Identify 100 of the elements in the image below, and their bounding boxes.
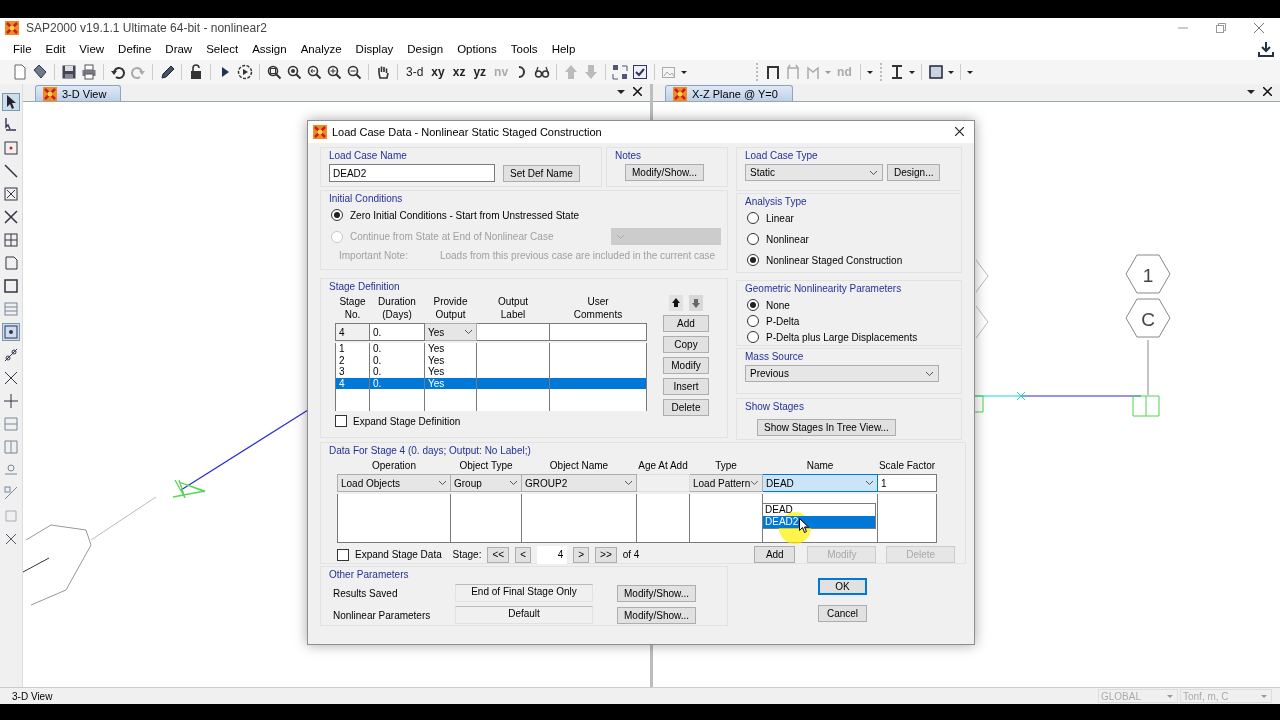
menu-item[interactable]: Draw: [158, 40, 200, 58]
dropdown-icon[interactable]: [1247, 89, 1255, 94]
print-icon[interactable]: [81, 64, 97, 80]
stage-field[interactable]: 4: [339, 326, 345, 338]
view-button[interactable]: yz: [471, 65, 489, 79]
cross-icon[interactable]: [3, 531, 19, 547]
stage-nav-button[interactable]: >>: [595, 546, 617, 563]
square-icon[interactable]: [3, 140, 19, 156]
menu-item[interactable]: Tools: [503, 40, 545, 58]
stage-nav-button[interactable]: >: [573, 546, 590, 563]
square-icon[interactable]: [927, 64, 944, 80]
cross-icon[interactable]: [3, 209, 19, 225]
menu-item[interactable]: Select: [199, 40, 246, 58]
stage-nav-button[interactable]: <<: [487, 546, 510, 563]
caret-icon[interactable]: [681, 70, 688, 74]
zoom-in-icon[interactable]: [326, 64, 342, 80]
menu-item[interactable]: Design: [400, 40, 451, 58]
load-case-type-dropdown[interactable]: Static: [745, 164, 883, 181]
close-icon[interactable]: [1263, 87, 1272, 96]
set-def-name-button[interactable]: Set Def Name: [503, 164, 580, 182]
caret-icon[interactable]: [908, 70, 915, 74]
caret-icon[interactable]: [866, 70, 873, 74]
zoom-out-icon[interactable]: [346, 64, 362, 80]
chevron-icon[interactable]: [865, 480, 874, 486]
menu-item[interactable]: Assign: [245, 40, 294, 58]
stage-list[interactable]: 1 0. Yes 2 0. Yes 3 0. Yes 4 0. Yes: [335, 343, 647, 411]
modify-show-button[interactable]: Modify/Show...: [617, 584, 697, 602]
area-icon[interactable]: [3, 255, 19, 271]
cross-icon[interactable]: [3, 186, 19, 202]
checkbox[interactable]: [337, 548, 349, 561]
mass-source-dropdown[interactable]: Previous: [745, 365, 939, 382]
radio-button[interactable]: [747, 212, 759, 224]
show-stages-button[interactable]: Show Stages In Tree View...: [757, 419, 896, 436]
zoom-previous-icon[interactable]: [306, 64, 322, 80]
radio-button[interactable]: [747, 233, 759, 245]
play-circle-icon[interactable]: [237, 64, 253, 80]
menu-item[interactable]: Edit: [38, 40, 73, 58]
close-icon[interactable]: [955, 127, 964, 136]
stage-button[interactable]: Copy: [663, 336, 709, 353]
chevron-icon[interactable]: [509, 480, 518, 486]
comments-field[interactable]: [549, 323, 647, 341]
close-icon[interactable]: [633, 87, 642, 96]
caret-icon[interactable]: [966, 70, 973, 74]
chevron-icon[interactable]: [464, 329, 473, 335]
load-case-name-field[interactable]: DEAD2: [329, 164, 495, 182]
view-button[interactable]: 3-d: [404, 65, 426, 79]
chevron-icon[interactable]: [869, 169, 878, 176]
radio-button[interactable]: [331, 209, 343, 221]
block-icon[interactable]: [32, 64, 48, 80]
dropdown-icon[interactable]: [617, 89, 625, 94]
menu-item[interactable]: Options: [450, 40, 504, 58]
pencil-icon[interactable]: [159, 64, 175, 80]
chevron-icon[interactable]: [438, 480, 447, 486]
zoom-window-icon[interactable]: [266, 64, 282, 80]
design-button[interactable]: Design...: [887, 164, 941, 181]
checkbox[interactable]: [335, 415, 347, 427]
radio-button[interactable]: [747, 331, 759, 343]
grid-select-icon[interactable]: [612, 64, 629, 80]
checkbox-icon[interactable]: [632, 64, 649, 80]
lock-icon[interactable]: [188, 64, 204, 80]
menu-item[interactable]: Analyze: [293, 40, 349, 58]
radio-button[interactable]: [747, 315, 759, 327]
undo-icon[interactable]: [110, 64, 126, 80]
hand-icon[interactable]: [375, 64, 391, 80]
stage-button[interactable]: Insert: [663, 378, 709, 395]
stage-data-button[interactable]: Add: [754, 546, 796, 563]
scale-factor-field[interactable]: 1: [881, 477, 887, 489]
frame-icon[interactable]: [765, 64, 782, 80]
dialog-button[interactable]: Cancel: [818, 605, 867, 622]
line-icon[interactable]: [3, 163, 19, 179]
joint-icon[interactable]: [3, 347, 19, 363]
view-button[interactable]: xy: [429, 65, 447, 79]
chevron-icon[interactable]: [925, 370, 934, 377]
node-icon[interactable]: [3, 324, 19, 340]
stage-button[interactable]: Delete: [663, 399, 709, 416]
table-row[interactable]: 4 0. Yes: [335, 377, 647, 389]
view-tab[interactable]: X-Z Plane @ Y=0: [665, 85, 793, 101]
stage-button[interactable]: Modify: [663, 357, 709, 374]
menu-item[interactable]: View: [72, 40, 112, 58]
menu-item[interactable]: File: [6, 40, 39, 58]
download-icon[interactable]: [1258, 41, 1274, 57]
view-tab[interactable]: 3-D View: [35, 85, 122, 101]
radio-button[interactable]: [747, 299, 759, 311]
stage-button[interactable]: Add: [663, 315, 709, 332]
pointer-icon[interactable]: [3, 117, 19, 133]
table-row[interactable]: 2 0. Yes: [335, 354, 647, 366]
table-row[interactable]: 3 0. Yes: [335, 366, 647, 378]
save-icon[interactable]: [61, 64, 77, 80]
radio-button[interactable]: [747, 254, 759, 266]
restore-icon[interactable]: [1216, 23, 1226, 33]
menu-item[interactable]: Display: [348, 40, 401, 58]
view-button[interactable]: xz: [450, 65, 468, 79]
label-field[interactable]: [476, 323, 550, 341]
modify-show-button[interactable]: Modify/Show...: [625, 164, 705, 181]
chevron-icon[interactable]: [750, 480, 759, 486]
modify-show-button[interactable]: Modify/Show...: [617, 606, 697, 624]
dropdown-option[interactable]: DEAD: [763, 504, 875, 516]
square-icon[interactable]: [3, 278, 19, 294]
zoom-icon[interactable]: [286, 64, 302, 80]
dropdown-option[interactable]: DEAD2: [763, 516, 875, 528]
